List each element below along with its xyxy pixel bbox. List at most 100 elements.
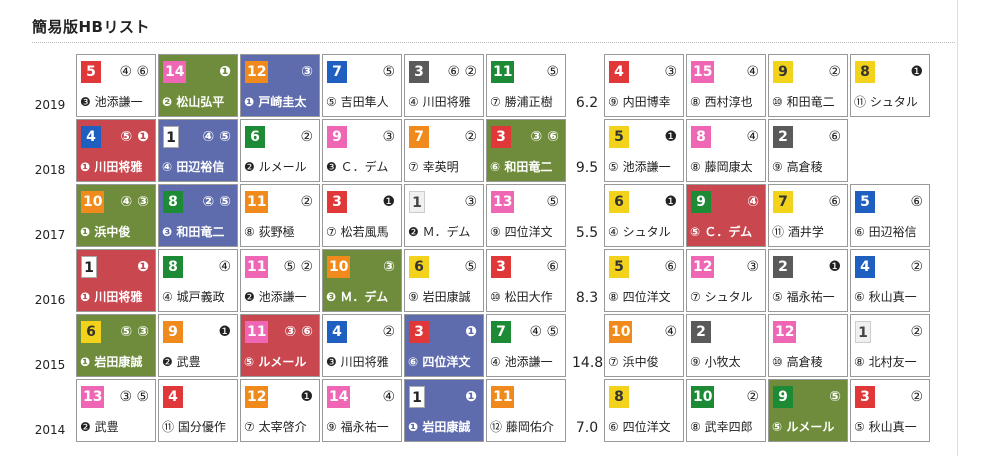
horse-cell-header: 12: [773, 321, 843, 343]
rank-markers: ③ ⑥: [284, 324, 313, 340]
horse-cell-header: 9③: [327, 126, 397, 148]
year-row: 2015 14.8 6 ⑤ ③❶ 岩田康誠 9 ❶ ❷ 武豊 11 ③ ⑥⑤ ルメール 4 ② ❸ 川…: [30, 314, 940, 379]
horse-cell-header: 9④: [691, 191, 761, 213]
rank-markers: ❶: [910, 64, 923, 80]
horse-cell-header: 1③: [409, 191, 479, 213]
horse-cell-header: 14 ❶: [163, 61, 233, 83]
jockey-name: ⑦ 太宰啓介: [244, 420, 307, 434]
gate-number-badge: 1: [409, 386, 425, 408]
horse-cell-header: 8④: [163, 256, 233, 278]
horse-cell-header: 11 ③ ⑥: [245, 321, 315, 343]
gate-number-badge: 3: [409, 321, 429, 343]
horse-cell-header: 3❶: [327, 191, 397, 213]
horse-cell: 11 ⑤ ⑦ 勝浦正樹: [486, 54, 566, 117]
horse-cell: 14 ❶ ❷ 松山弘平: [158, 54, 238, 117]
horse-cell-header: 2: [691, 321, 761, 343]
jockey-name: ⑦ 松若風馬: [326, 225, 389, 239]
jockey-name: ❶ 川田将雅: [80, 290, 143, 304]
gate-number-badge: 5: [609, 126, 629, 148]
rank-markers: ⑤: [829, 389, 841, 405]
horse-cell-header: 3⑥: [491, 256, 561, 278]
gate-number-badge: 4: [81, 126, 101, 148]
horse-cell: 3 ③ ⑥ ⑥ 和田竜二: [486, 119, 566, 182]
horse-cell: 6 ⑤ ③ ❶ 岩田康誠: [76, 314, 156, 377]
horse-cell-header: 13 ⑤: [491, 191, 561, 213]
horse-cell-header: 8❶: [855, 61, 925, 83]
horse-cell-header: 5❶: [609, 126, 679, 148]
horse-cell: 2⑥⑨ 高倉稜: [768, 119, 848, 182]
dividend-value: 8.3: [575, 290, 599, 306]
jockey-name: ❶ 戸崎圭太: [244, 95, 307, 109]
year-row: 2016 8.3 1 ❶ ❶ 川田将雅 8 ④ ④ 城戸義政 11 ⑤ ②❷ 池添謙一 10 ③ ❸ Ｍ…: [30, 249, 940, 314]
gate-number-badge: 3: [327, 191, 347, 213]
jockey-name: ⑧ 四位洋文: [608, 290, 671, 304]
jockey-name: ⑥ 田辺裕信: [854, 225, 917, 239]
jockey-name: ⑦ 勝浦正樹: [490, 95, 553, 109]
jockey-name: ⑨ 小牧太: [690, 355, 741, 369]
horse-cell-header: 6⑤: [409, 256, 479, 278]
rank-markers: ❶: [218, 324, 231, 340]
rank-markers: ❶: [465, 324, 477, 340]
horse-cell: 7⑥⑪ 酒井学: [768, 184, 848, 247]
jockey-name: ⑨ 福永祐一: [326, 420, 389, 434]
horse-cell: 9②⑩ 和田竜二: [768, 54, 848, 117]
gate-number-badge: 3: [491, 256, 511, 278]
horse-cell: 6⑤ ⑨ 岩田康誠: [404, 249, 484, 312]
jockey-name: ❷ ルメール: [244, 160, 307, 174]
jockey-name: ⑨ 四位洋文: [490, 225, 553, 239]
jockey-name: ⑥ 四位洋文: [408, 355, 471, 369]
horse-cell-header: 10 ④ ③: [81, 191, 151, 213]
rank-markers: ⑥: [546, 259, 559, 275]
rank-markers: ②: [910, 324, 923, 340]
gate-number-badge: 6: [409, 256, 429, 278]
horse-cell: 4②⑥ 秋山真一: [850, 249, 930, 312]
horse-cell: 8④④ 城戸義政: [158, 249, 238, 312]
jockey-name: ⑨ 高倉稜: [772, 160, 823, 174]
gate-number-badge: 4: [609, 61, 629, 83]
rank-markers: ❶: [219, 64, 231, 80]
horse-cell-header: 5⑥: [609, 256, 679, 278]
horse-cell: 12 ⑩ 高倉稜: [768, 314, 848, 377]
jockey-name: ⑩ 松田大作: [490, 290, 553, 304]
gate-number-badge: 10: [691, 386, 715, 408]
year-label: 2016: [34, 293, 66, 307]
rank-markers: ⑤ ③: [120, 324, 149, 340]
rank-markers: ④ ⑤: [529, 324, 559, 340]
horse-cell: 5 ④ ⑥ ❸ 池添謙一: [76, 54, 156, 117]
horse-cell-header: 10 ②: [691, 386, 761, 408]
jockey-name: ❸ 池添謙一: [80, 95, 143, 109]
horse-cell: 9⑤⑤ ルメール: [768, 379, 848, 442]
rank-markers: ⑥: [910, 194, 923, 210]
rank-markers: ❶: [300, 389, 313, 405]
jockey-name: ⑥ 秋山真一: [854, 290, 917, 304]
jockey-name: ④ シュタル: [608, 225, 671, 239]
jockey-name: ⑤ 秋山真一: [854, 420, 917, 434]
horse-cell-header: 7 ④ ⑤: [491, 321, 561, 343]
jockey-name: ⑨ 岩田康誠: [408, 290, 471, 304]
gate-number-badge: 6: [245, 126, 265, 148]
gate-number-badge: 14: [163, 61, 187, 83]
gate-number-badge: 4: [163, 386, 183, 408]
rank-markers: ②: [828, 64, 841, 80]
title-divider: [32, 42, 955, 43]
horse-cell-header: 8: [609, 386, 679, 408]
horse-cell-header: 5⑥: [855, 191, 925, 213]
year-row: 2014 7.0 13 ③ ⑤❷ 武豊 4 ⑪ 国分優作 12 ❶ ⑦ 太宰啓介 14 ④ ⑨ 福永祐…: [30, 379, 940, 444]
horse-cell-header: 10 ③: [327, 256, 397, 278]
rank-markers: ❶: [828, 259, 841, 275]
horse-cell: 10 ④ ⑦ 浜中俊: [604, 314, 684, 377]
horse-cell: 11 ② ⑧ 荻野極: [240, 184, 320, 247]
jockey-name: ⑪ 国分優作: [162, 420, 226, 434]
gate-number-badge: 2: [773, 126, 793, 148]
rank-markers: ③ ⑤: [119, 389, 149, 405]
gate-number-badge: 14: [327, 386, 351, 408]
jockey-name: ⑩ 高倉稜: [772, 355, 823, 369]
gate-number-badge: 13: [81, 386, 105, 408]
horse-cell-header: 11 ②: [245, 191, 315, 213]
year-row: 2017 5.5 10 ④ ③❶ 浜中俊 8 ② ⑤❸ 和田竜二 11 ② ⑧ 荻野極 3 ❶ ⑦ 松…: [30, 184, 940, 249]
rank-markers: ❶: [465, 389, 477, 405]
gate-number-badge: 11: [245, 191, 269, 213]
horse-cell: 8 ⑥ 四位洋文: [604, 379, 684, 442]
jockey-name: ❷ 武豊: [162, 355, 201, 369]
rank-markers: ④: [664, 324, 677, 340]
